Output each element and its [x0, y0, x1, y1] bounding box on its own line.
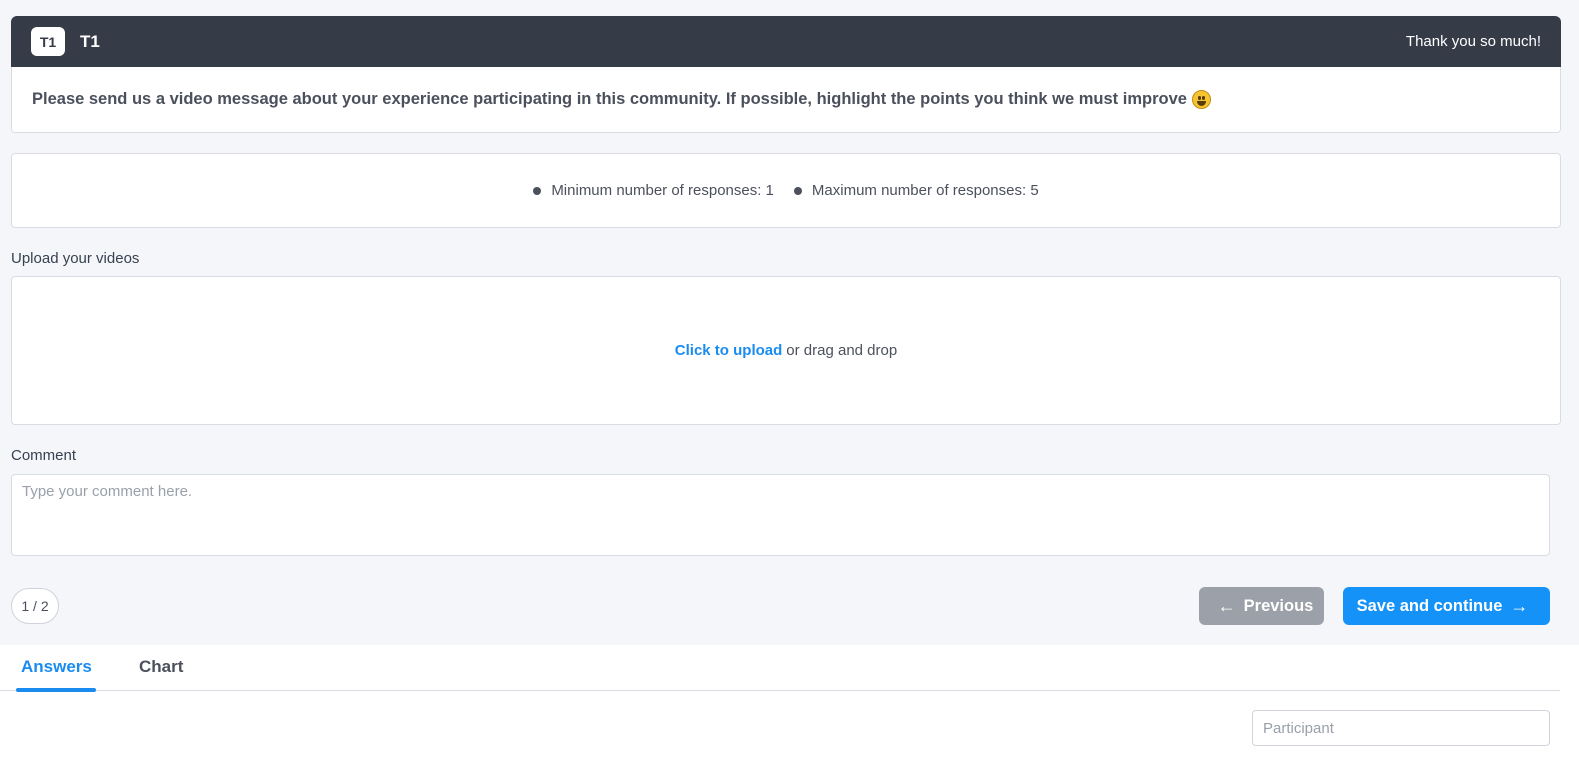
grinning-face-emoji-icon	[1191, 90, 1211, 109]
max-responses: Maximum number of responses: 5	[793, 182, 1039, 199]
upload-label: Upload your videos	[11, 250, 140, 267]
max-responses-text: Maximum number of responses: 5	[811, 182, 1039, 199]
thank-you-text: Thank you so much!	[1405, 33, 1541, 50]
page-indicator: 1 / 2	[11, 588, 59, 624]
video-dropzone[interactable]: Click to upload or drag and drop	[11, 276, 1561, 425]
previous-button[interactable]: ← Previous	[1199, 587, 1324, 625]
tab-answers[interactable]: Answers	[21, 657, 92, 677]
save-and-continue-label: Save and continue	[1356, 596, 1503, 615]
click-to-upload-link[interactable]: Click to upload	[675, 342, 783, 359]
task-title: T1	[80, 31, 100, 51]
response-limits: Minimum number of responses: 1 Maximum n…	[11, 153, 1561, 228]
min-responses-text: Minimum number of responses: 1	[551, 182, 774, 199]
task-badge: T1	[31, 27, 65, 56]
bullet-icon	[793, 186, 802, 195]
answers-panel: Answers Chart	[0, 645, 1579, 767]
min-responses: Minimum number of responses: 1	[533, 182, 774, 199]
task-header: T1 T1 Thank you so much!	[11, 16, 1561, 67]
arrow-left-icon: ←	[1217, 595, 1236, 616]
question-box: Please send us a video message about you…	[11, 67, 1561, 133]
tab-chart[interactable]: Chart	[139, 657, 183, 677]
active-tab-indicator	[16, 688, 96, 692]
arrow-right-icon: →	[1510, 595, 1529, 616]
participant-filter-input[interactable]	[1252, 710, 1550, 746]
comment-label: Comment	[11, 447, 77, 464]
comment-textarea[interactable]	[11, 474, 1550, 556]
drag-drop-hint: or drag and drop	[786, 342, 898, 359]
bullet-icon	[533, 186, 542, 195]
tab-bar: Answers Chart	[0, 645, 1560, 692]
navigation-row: 1 / 2 ← Previous Save and continue →	[11, 587, 1561, 625]
save-and-continue-button[interactable]: Save and continue →	[1343, 587, 1550, 625]
question-text: Please send us a video message about you…	[32, 90, 1187, 108]
previous-label: Previous	[1243, 596, 1314, 615]
task-container: T1 T1 Thank you so much! Please send us …	[11, 16, 1561, 625]
